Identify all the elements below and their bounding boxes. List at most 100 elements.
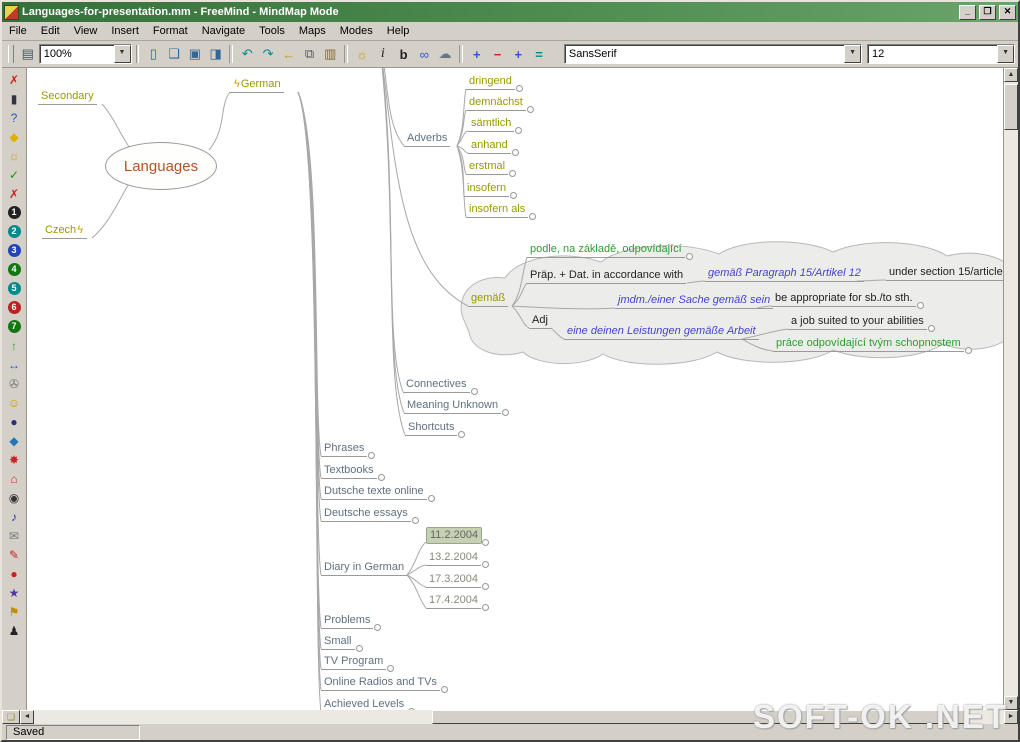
- zoom-combobox[interactable]: 100% ▼: [39, 44, 132, 64]
- root-node[interactable]: Languages: [105, 142, 217, 190]
- priority-3-icon[interactable]: 3: [8, 244, 21, 257]
- node-eine[interactable]: eine deinen Leistungen gemäße Arbeit: [564, 324, 759, 340]
- mail-icon[interactable]: ✉: [3, 526, 25, 545]
- map-corner-button[interactable]: ❏: [2, 710, 20, 724]
- node-prace[interactable]: práce odpovídající tvým schopnostem: [773, 336, 964, 352]
- vertical-scrollbar[interactable]: ▲ ▼: [1003, 68, 1018, 710]
- bold-icon[interactable]: b: [394, 44, 414, 64]
- button-icon[interactable]: ●: [3, 412, 25, 431]
- remove-icon[interactable]: ✗: [3, 70, 25, 89]
- menu-view[interactable]: View: [67, 23, 105, 39]
- smiley-icon[interactable]: ☺: [3, 393, 25, 412]
- menu-tools[interactable]: Tools: [252, 23, 292, 39]
- horizontal-scrollbar-thumb[interactable]: [432, 710, 966, 724]
- node-connectives[interactable]: Connectives: [403, 377, 470, 393]
- node-phrases[interactable]: Phrases: [321, 441, 367, 457]
- note-icon[interactable]: ♪: [3, 507, 25, 526]
- node-diary[interactable]: Diary in German: [321, 560, 407, 576]
- node-achieved-levels[interactable]: Achieved Levels: [321, 697, 407, 710]
- node-german[interactable]: ϟGerman: [230, 77, 284, 93]
- link-icon[interactable]: ∞: [414, 44, 434, 64]
- expand-icon[interactable]: +: [508, 44, 528, 64]
- mindmap-canvas[interactable]: Languages Secondary Czechϟ ϟGerman Adver…: [27, 68, 1003, 710]
- priority-4-icon[interactable]: 4: [8, 263, 21, 276]
- pencil-icon[interactable]: ✎: [3, 545, 25, 564]
- node-adverb-item[interactable]: erstmal: [466, 159, 508, 175]
- contact-icon[interactable]: ◉: [3, 488, 25, 507]
- node-gemass[interactable]: gemäß: [468, 291, 508, 307]
- menu-help[interactable]: Help: [380, 23, 417, 39]
- help-icon[interactable]: ?: [3, 108, 25, 127]
- back-icon[interactable]: ←: [279, 44, 299, 64]
- node-date[interactable]: 17.3.2004: [426, 572, 481, 588]
- priority-6-icon[interactable]: 6: [8, 301, 21, 314]
- menu-format[interactable]: Format: [146, 23, 195, 39]
- vertical-scrollbar-thumb[interactable]: [1004, 84, 1018, 130]
- scroll-right-icon[interactable]: ►: [1004, 710, 1018, 724]
- priority-7-icon[interactable]: 7: [8, 320, 21, 333]
- node-adverb-item[interactable]: demnächst: [466, 95, 526, 111]
- zoom-in-icon[interactable]: +: [467, 44, 487, 64]
- node-adverb-item[interactable]: dringend: [466, 74, 515, 90]
- node-date[interactable]: 13.2.2004: [426, 550, 481, 566]
- node-adverbs[interactable]: Adverbs: [404, 131, 450, 147]
- menu-navigate[interactable]: Navigate: [195, 23, 252, 39]
- left-right-arrow-icon[interactable]: ↔: [3, 355, 25, 374]
- print-icon[interactable]: ▤: [18, 44, 38, 64]
- node-jmdm[interactable]: jmdm./einer Sache gemäß sein: [615, 293, 773, 309]
- node-deutsche-essays[interactable]: Deutsche essays: [321, 506, 411, 522]
- penguin-icon[interactable]: ♟: [3, 621, 25, 640]
- node-paragraph-link[interactable]: gemäß Paragraph 15/Artikel 12: [705, 266, 864, 282]
- new-icon[interactable]: ▯: [143, 44, 163, 64]
- node-date-selected[interactable]: 11.2.2004: [426, 527, 482, 544]
- chevron-down-icon[interactable]: ▼: [997, 45, 1014, 63]
- cloud-icon[interactable]: ☁: [435, 44, 455, 64]
- menu-modes[interactable]: Modes: [333, 23, 380, 39]
- warning-icon[interactable]: ◆: [3, 127, 25, 146]
- node-shortcuts[interactable]: Shortcuts: [405, 420, 457, 436]
- flag-icon[interactable]: ⚑: [3, 602, 25, 621]
- menu-maps[interactable]: Maps: [292, 23, 333, 39]
- up-arrow-icon[interactable]: ↑: [3, 336, 25, 355]
- fit-icon[interactable]: =: [529, 44, 549, 64]
- menu-edit[interactable]: Edit: [34, 23, 67, 39]
- node-dutsche-texte[interactable]: Dutsche texte online: [321, 484, 427, 500]
- minimize-button[interactable]: _: [959, 5, 976, 20]
- node-small[interactable]: Small: [321, 634, 355, 650]
- priority-1-icon[interactable]: 1: [8, 206, 21, 219]
- copy-icon[interactable]: ⧉: [300, 44, 320, 64]
- node-textbooks[interactable]: Textbooks: [321, 463, 377, 479]
- font-size-combobox[interactable]: 12 ▼: [867, 44, 1015, 64]
- node-date[interactable]: 17.4.2004: [426, 593, 481, 609]
- node-secondary[interactable]: Secondary: [38, 89, 97, 105]
- node-adverb-item[interactable]: insofern als: [466, 202, 528, 218]
- italic-icon[interactable]: i: [373, 44, 393, 64]
- node-online-radios[interactable]: Online Radios and TVs: [321, 675, 440, 691]
- horizontal-scrollbar[interactable]: ◄ ►: [20, 710, 1018, 724]
- toolbar-grip[interactable]: [8, 45, 14, 63]
- idea-icon[interactable]: ☼: [3, 146, 25, 165]
- save-icon[interactable]: ▣: [185, 44, 205, 64]
- priority-5-icon[interactable]: 5: [8, 282, 21, 295]
- node-adverb-item[interactable]: insofern: [464, 181, 509, 197]
- node-under-section[interactable]: under section 15/article: [886, 265, 1003, 281]
- bomb-icon[interactable]: ✸: [3, 450, 25, 469]
- save-as-icon[interactable]: ◨: [206, 44, 226, 64]
- node-tv-program[interactable]: TV Program: [321, 654, 386, 670]
- edit-icon[interactable]: ▮: [3, 89, 25, 108]
- node-adverb-item[interactable]: anhand: [468, 138, 511, 154]
- redo-icon[interactable]: ↷: [258, 44, 278, 64]
- cancel-icon[interactable]: ✗: [3, 184, 25, 203]
- close-button[interactable]: ✕: [999, 5, 1016, 20]
- node-meaning-unknown[interactable]: Meaning Unknown: [404, 398, 501, 414]
- horizontal-scrollbar-track[interactable]: [34, 710, 1004, 724]
- paste-icon[interactable]: ▥: [320, 44, 340, 64]
- menu-insert[interactable]: Insert: [104, 23, 146, 39]
- maximize-button[interactable]: ❐: [979, 5, 996, 20]
- diamond-icon[interactable]: ◆: [3, 431, 25, 450]
- node-czech[interactable]: Czechϟ: [42, 223, 87, 239]
- open-icon[interactable]: ❏: [164, 44, 184, 64]
- home-icon[interactable]: ⌂: [3, 469, 25, 488]
- node-job[interactable]: a job suited to your abilities: [788, 314, 927, 330]
- wizard-icon[interactable]: ★: [3, 583, 25, 602]
